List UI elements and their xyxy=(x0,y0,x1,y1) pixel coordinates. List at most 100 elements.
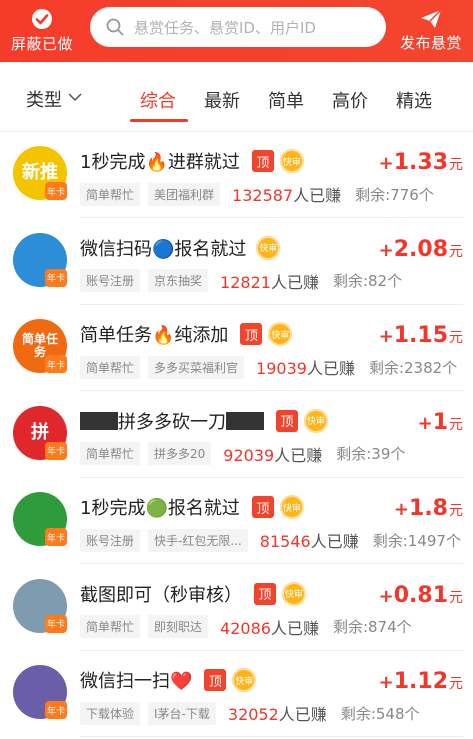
row-divider xyxy=(80,736,463,737)
earned-count: 19039人已赚 xyxy=(256,355,355,379)
price-plus: + xyxy=(378,326,394,347)
earned-suffix: 人已赚 xyxy=(310,532,359,551)
earned-suffix: 人已赚 xyxy=(278,705,327,724)
price-value: 1.12 xyxy=(393,669,448,694)
price-value: 0.81 xyxy=(393,582,448,608)
hide-done-label: 屏蔽已做 xyxy=(10,35,73,53)
remaining-prefix: 剩余: xyxy=(368,358,405,377)
reward-price: +1.33 元 xyxy=(379,150,463,175)
paper-plane-icon xyxy=(421,9,442,28)
price-unit: 元 xyxy=(449,243,463,260)
task-row[interactable]: 年卡 1秒完成🟢报名就过顶快审 账号注册 快手-红包无限... 81546人已赚 剩余:1… xyxy=(0,478,473,564)
price-unit: 元 xyxy=(449,157,463,173)
reward-price: +1.8 元 xyxy=(394,496,463,521)
remaining-prefix: 剩余: xyxy=(332,272,369,290)
task-meta: 下载体验 I茅台-下载 32052人已赚 剩余:548个 xyxy=(80,701,420,725)
task-meta: 简单帮忙 美团福利群 132587人已赚 剩余:776个 xyxy=(80,182,434,206)
task-meta: 简单帮忙 多多买菜福利官 19039人已赚 剩余:2382个 xyxy=(80,355,457,379)
task-row[interactable]: 年卡 截图即可（秒审核）顶快审 简单帮忙 即刻职达 42086人已赚 剩余:874个 +0.… xyxy=(0,565,473,651)
price-value: 1.15 xyxy=(393,323,448,348)
remaining-prefix: 剩余: xyxy=(340,704,376,723)
filter-bar: 类型 综合 最新 简单 高价 精选 xyxy=(0,62,473,132)
reward-price: +0.81 元 xyxy=(379,583,463,608)
remaining-value: 39个 xyxy=(371,445,406,463)
search-input[interactable]: 悬赏任务、悬赏ID、用户ID xyxy=(90,7,386,47)
price-value: 1 xyxy=(432,409,448,435)
price-plus: + xyxy=(378,672,394,693)
remaining-count: 剩余:776个 xyxy=(355,184,434,205)
earned-number: 81546 xyxy=(259,532,311,551)
task-meta: 账号注册 快手-红包无限... 81546人已赚 剩余:1497个 xyxy=(80,528,461,552)
row-clip: 账号注册 快手-红包无限... 81546人已赚 剩余:1497个 xyxy=(0,478,473,564)
reward-price: +1.12 元 xyxy=(379,669,463,694)
remaining-prefix: 剩余: xyxy=(336,445,372,463)
earned-suffix: 人已赚 xyxy=(270,272,319,292)
active-tab-indicator xyxy=(130,119,188,122)
tab-comprehensive[interactable]: 综合 xyxy=(140,87,176,113)
category-tag: 美团福利群 xyxy=(148,182,221,206)
category-tag: 简单帮忙 xyxy=(80,442,141,465)
earned-number: 12821 xyxy=(220,272,271,292)
price-plus: + xyxy=(378,239,394,261)
remaining-value: 82个 xyxy=(368,272,403,290)
remaining-value: 548个 xyxy=(375,704,420,723)
task-row[interactable]: 拼年卡 拼多多砍一刀顶快审 简单帮忙 拼多多20 92039人已赚 剩余:39个 +1 元 xyxy=(0,392,473,478)
remaining-count: 剩余:1497个 xyxy=(373,530,461,551)
earned-count: 12821人已赚 xyxy=(220,269,319,293)
task-row[interactable]: 年卡 微信扫码🔵报名就过 快审 账号注册 京东抽奖 12821人已赚 剩余:82个 +2.08… xyxy=(0,219,473,305)
row-clip: 下载体验 I茅台-下载 32052人已赚 剩余:548个 xyxy=(0,651,473,737)
price-value: 1.8 xyxy=(409,496,448,521)
remaining-count: 剩余:39个 xyxy=(336,443,405,464)
earned-suffix: 人已赚 xyxy=(306,359,355,378)
category-tag: 简单帮忙 xyxy=(80,615,141,638)
remaining-prefix: 剩余: xyxy=(332,618,369,636)
category-tag: 账号注册 xyxy=(80,269,141,292)
earned-number: 19039 xyxy=(256,359,307,378)
reward-price: +1.15 元 xyxy=(379,323,463,348)
price-plus: + xyxy=(393,499,410,520)
publish-reward-button[interactable]: 发布悬赏 xyxy=(389,4,473,58)
check-badge-icon xyxy=(32,9,52,29)
hide-done-button[interactable]: 屏蔽已做 xyxy=(0,4,84,58)
tab-latest[interactable]: 最新 xyxy=(204,87,240,113)
reward-price: +2.08 元 xyxy=(379,237,463,262)
task-row[interactable]: 新推 年卡 1秒完成🔥进群就过顶快审 简单帮忙 美团福利群 132587人已赚 剩余:776… xyxy=(0,132,473,218)
remaining-prefix: 剩余: xyxy=(355,185,391,204)
type-label: 类型 xyxy=(26,90,62,111)
row-clip: 简单帮忙 美团福利群 132587人已赚 剩余:776个 xyxy=(0,132,473,218)
earned-number: 132587 xyxy=(232,186,294,205)
task-meta: 简单帮忙 即刻职达 42086人已赚 剩余:874个 xyxy=(80,615,412,639)
reward-price: +1 元 xyxy=(418,410,463,435)
tab-featured[interactable]: 精选 xyxy=(396,87,432,113)
category-tag: 即刻职达 xyxy=(148,615,209,638)
task-meta: 账号注册 京东抽奖 12821人已赚 剩余:82个 xyxy=(80,269,402,293)
search-icon xyxy=(106,18,124,36)
top-bar: 屏蔽已做 悬赏任务、悬赏ID、用户ID 发布悬赏 xyxy=(0,0,473,62)
task-row[interactable]: 简单任务 年卡 简单任务🔥纯添加顶快审 简单帮忙 多多买菜福利官 19039人已赚 剩余:2… xyxy=(0,305,473,391)
price-unit: 元 xyxy=(449,416,463,433)
price-plus: + xyxy=(417,412,433,434)
earned-suffix: 人已赚 xyxy=(270,618,319,638)
remaining-value: 1497个 xyxy=(407,531,461,550)
remaining-count: 剩余:2382个 xyxy=(369,357,457,378)
tab-simple[interactable]: 简单 xyxy=(268,87,304,113)
earned-suffix: 人已赚 xyxy=(274,445,323,465)
remaining-value: 2382个 xyxy=(404,358,458,377)
category-tag: 账号注册 xyxy=(80,528,141,552)
category-tag: 下载体验 xyxy=(80,701,141,725)
tab-high-price[interactable]: 高价 xyxy=(332,87,368,113)
remaining-count: 剩余:874个 xyxy=(333,616,412,637)
earned-number: 42086 xyxy=(220,618,271,638)
price-value: 2.08 xyxy=(393,236,448,262)
type-dropdown[interactable]: 类型 xyxy=(26,86,82,112)
chevron-down-icon xyxy=(68,93,82,102)
remaining-value: 776个 xyxy=(390,185,434,204)
row-clip: 简单帮忙 即刻职达 42086人已赚 剩余:874个 xyxy=(0,565,473,651)
category-tag: 京东抽奖 xyxy=(148,269,209,292)
remaining-count: 剩余:82个 xyxy=(333,270,402,291)
publish-reward-label: 发布悬赏 xyxy=(399,34,462,52)
task-row[interactable]: 年卡 微信扫一扫❤️ 顶快审 下载体验 I茅台-下载 32052人已赚 剩余:548个 +1.… xyxy=(0,651,473,737)
price-value: 1.33 xyxy=(393,150,448,175)
search-placeholder: 悬赏任务、悬赏ID、用户ID xyxy=(134,18,316,37)
price-unit: 元 xyxy=(449,589,463,606)
